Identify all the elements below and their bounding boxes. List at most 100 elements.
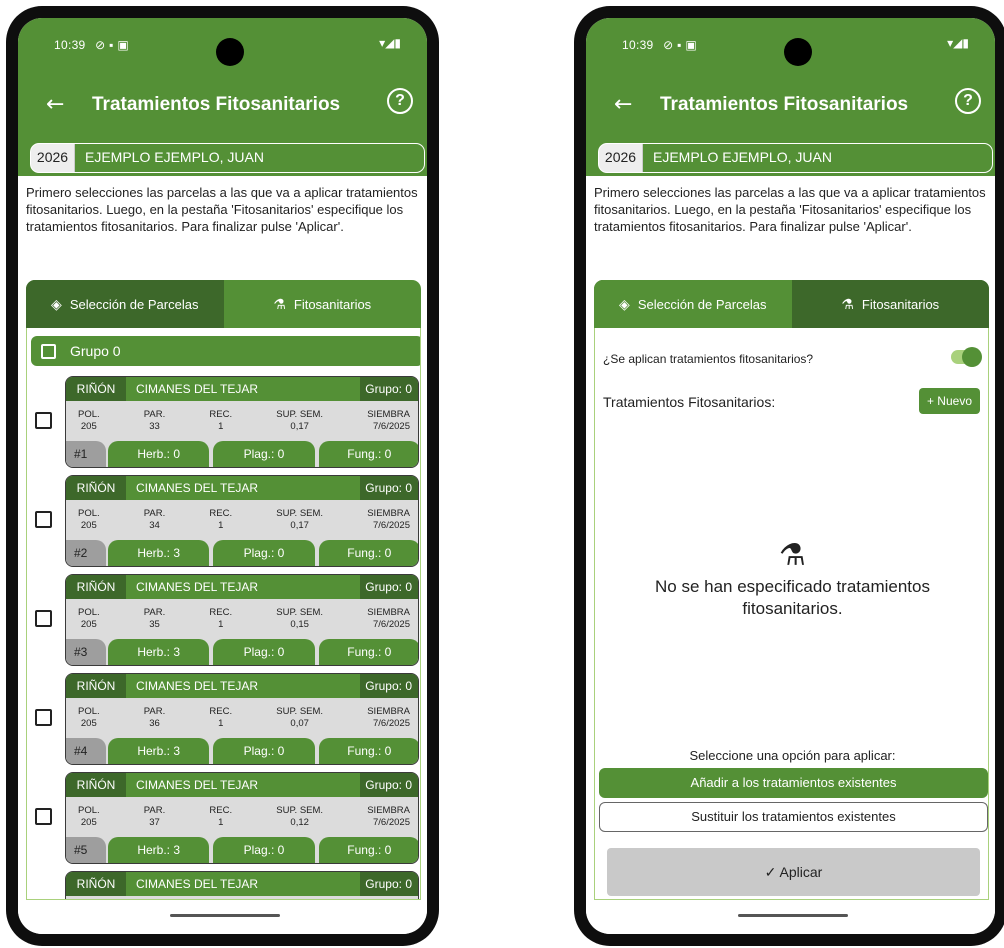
- flask-icon: ⚗: [841, 295, 854, 312]
- paraje: CIMANES DEL TEJAR: [136, 679, 259, 693]
- group-header[interactable]: Grupo 0: [31, 336, 420, 366]
- help-icon[interactable]: ?: [387, 88, 413, 114]
- parcel-card[interactable]: RIÑÓN CIMANES DEL TEJAR Grupo: 0 POL. 205 P…: [65, 475, 419, 567]
- par-header: PAR.: [143, 607, 166, 618]
- herb-count: Herb.: 0: [108, 441, 210, 467]
- home-gesture-pill[interactable]: [738, 914, 848, 917]
- herb-count: Herb.: 3: [108, 540, 210, 566]
- pol-value: 205: [80, 619, 97, 630]
- siembra-header: SIEMBRA: [367, 805, 410, 816]
- parcel-card[interactable]: RIÑÓN CIMANES DEL TEJAR Grupo: 0 POL. 205 P…: [65, 376, 419, 468]
- parcel-list[interactable]: Grupo 0 RIÑÓN CIMANES DEL TEJAR Grupo: 0 P…: [26, 328, 421, 900]
- province: RIÑÓN: [66, 377, 126, 401]
- replace-existing-button[interactable]: Sustituir los tratamientos existentes: [599, 802, 988, 832]
- campaign-year: 2026: [599, 144, 643, 172]
- pol-header: POL.: [78, 706, 100, 717]
- paraje: CIMANES DEL TEJAR: [136, 877, 259, 891]
- parcel-checkbox[interactable]: [35, 808, 52, 825]
- back-arrow-icon[interactable]: ←: [46, 92, 64, 117]
- tab-bar: ◈ Selección de Parcelas ⚗ Fitosanitarios: [594, 280, 989, 328]
- tab-fitosanitarios[interactable]: ⚗ Fitosanitarios: [791, 280, 989, 328]
- back-arrow-icon[interactable]: ←: [614, 92, 632, 117]
- apply-toggle[interactable]: [951, 347, 982, 367]
- parcel-card[interactable]: RIÑÓN CIMANES DEL TEJAR Grupo: 0 POL. 205 P…: [65, 772, 419, 864]
- sup-value: 0,17: [290, 421, 309, 432]
- parcel-card[interactable]: RIÑÓN CIMANES DEL TEJAR Grupo: 0 POL. 205 P…: [65, 574, 419, 666]
- signal-battery-icon: ▾◢▮: [379, 36, 401, 50]
- group-checkbox[interactable]: [41, 343, 56, 359]
- par-value: 35: [149, 619, 160, 630]
- home-gesture-pill[interactable]: [170, 914, 280, 917]
- tab-bar: ◈ Selección de Parcelas ⚗ Fitosanitarios: [26, 280, 421, 328]
- parcel-number: #1: [66, 441, 106, 467]
- parcel-card[interactable]: RIÑÓN CIMANES DEL TEJAR Grupo: 0: [65, 871, 419, 899]
- rec-value: 1: [218, 817, 224, 828]
- group-badge: Grupo: 0: [360, 575, 418, 599]
- parcel-card[interactable]: RIÑÓN CIMANES DEL TEJAR Grupo: 0 POL. 205 P…: [65, 673, 419, 765]
- herb-count: Herb.: 3: [108, 738, 210, 764]
- rec-value: 1: [218, 619, 224, 630]
- toggle-knob: [962, 347, 982, 367]
- farmer-banner: 2026 EJEMPLO EJEMPLO, JUAN: [30, 143, 425, 173]
- sup-value: 0,15: [290, 619, 309, 630]
- fung-count: Fung.: 0: [318, 837, 418, 863]
- group-badge: Grupo: 0: [360, 377, 418, 401]
- parcel-checkbox[interactable]: [35, 709, 52, 726]
- siembra-value: 7/6/2025: [373, 619, 410, 630]
- apply-toggle-row: ¿Se aplican tratamientos fitosanitarios?…: [603, 347, 988, 367]
- status-icons: ⊘ ▪ ▣: [663, 38, 697, 52]
- parcel-checkbox[interactable]: [35, 610, 52, 627]
- paraje: CIMANES DEL TEJAR: [136, 382, 259, 396]
- group-badge: Grupo: 0: [360, 872, 418, 896]
- parcel-number: #4: [66, 738, 106, 764]
- phone-frame-right: 10:39 ⊘ ▪ ▣ ▾◢▮ ← Tratamientos Fitosanit…: [574, 6, 1004, 946]
- status-bar: 10:39 ⊘ ▪ ▣: [54, 38, 129, 52]
- farmer-name: EJEMPLO EJEMPLO, JUAN: [643, 144, 992, 172]
- herb-count: Herb.: 3: [108, 639, 210, 665]
- status-time: 10:39: [622, 38, 654, 52]
- pol-value: 205: [80, 817, 97, 828]
- parcel-checkbox[interactable]: [35, 511, 52, 528]
- sup-header: SUP. SEM.: [276, 508, 324, 519]
- par-header: PAR.: [143, 508, 166, 519]
- siembra-header: SIEMBRA: [367, 706, 410, 717]
- signal-battery-icon: ▾◢▮: [947, 36, 969, 50]
- option-title: Seleccione una opción para aplicar:: [689, 748, 896, 763]
- par-value: 34: [149, 520, 160, 531]
- help-icon[interactable]: ?: [955, 88, 981, 114]
- campaign-year: 2026: [31, 144, 75, 172]
- sup-header: SUP. SEM.: [276, 706, 324, 717]
- tab-seleccion-parcelas[interactable]: ◈ Selección de Parcelas: [594, 280, 792, 328]
- paraje: CIMANES DEL TEJAR: [136, 580, 259, 594]
- layers-icon: ◈: [51, 295, 62, 312]
- parcel-checkbox[interactable]: [35, 412, 52, 429]
- apply-button[interactable]: ✓ Aplicar: [607, 848, 980, 896]
- siembra-value: 7/6/2025: [373, 520, 410, 531]
- siembra-header: SIEMBRA: [367, 409, 410, 420]
- tab-seleccion-parcelas[interactable]: ◈ Selección de Parcelas: [26, 280, 224, 328]
- siembra-value: 7/6/2025: [373, 817, 410, 828]
- siembra-header: SIEMBRA: [367, 508, 410, 519]
- treatments-title: Tratamientos Fitosanitarios:: [603, 394, 776, 410]
- plag-count: Plag.: 0: [213, 738, 315, 764]
- status-icons: ⊘ ▪ ▣: [95, 38, 129, 52]
- tab-fitosanitarios[interactable]: ⚗ Fitosanitarios: [224, 280, 422, 328]
- group-badge: Grupo: 0: [360, 476, 418, 500]
- instructions-text: Primero selecciones las parcelas a las q…: [586, 176, 995, 290]
- new-treatment-button[interactable]: + Nuevo: [918, 388, 980, 414]
- flask-icon: ⚗: [273, 295, 286, 312]
- pol-header: POL.: [78, 409, 100, 420]
- rec-header: REC.: [209, 805, 233, 816]
- fitosanitarios-panel: ¿Se aplican tratamientos fitosanitarios?…: [594, 328, 989, 900]
- add-to-existing-button[interactable]: Añadir a los tratamientos existentes: [599, 768, 988, 798]
- page-title: Tratamientos Fitosanitarios: [92, 94, 341, 115]
- sup-value: 0,12: [290, 817, 309, 828]
- pol-header: POL.: [78, 805, 100, 816]
- camera-cutout: [784, 38, 812, 66]
- rec-header: REC.: [209, 706, 233, 717]
- par-value: 33: [149, 421, 160, 432]
- par-header: PAR.: [143, 805, 166, 816]
- status-time: 10:39: [54, 38, 86, 52]
- tab-label: Fitosanitarios: [293, 296, 372, 312]
- sup-value: 0,17: [290, 520, 309, 531]
